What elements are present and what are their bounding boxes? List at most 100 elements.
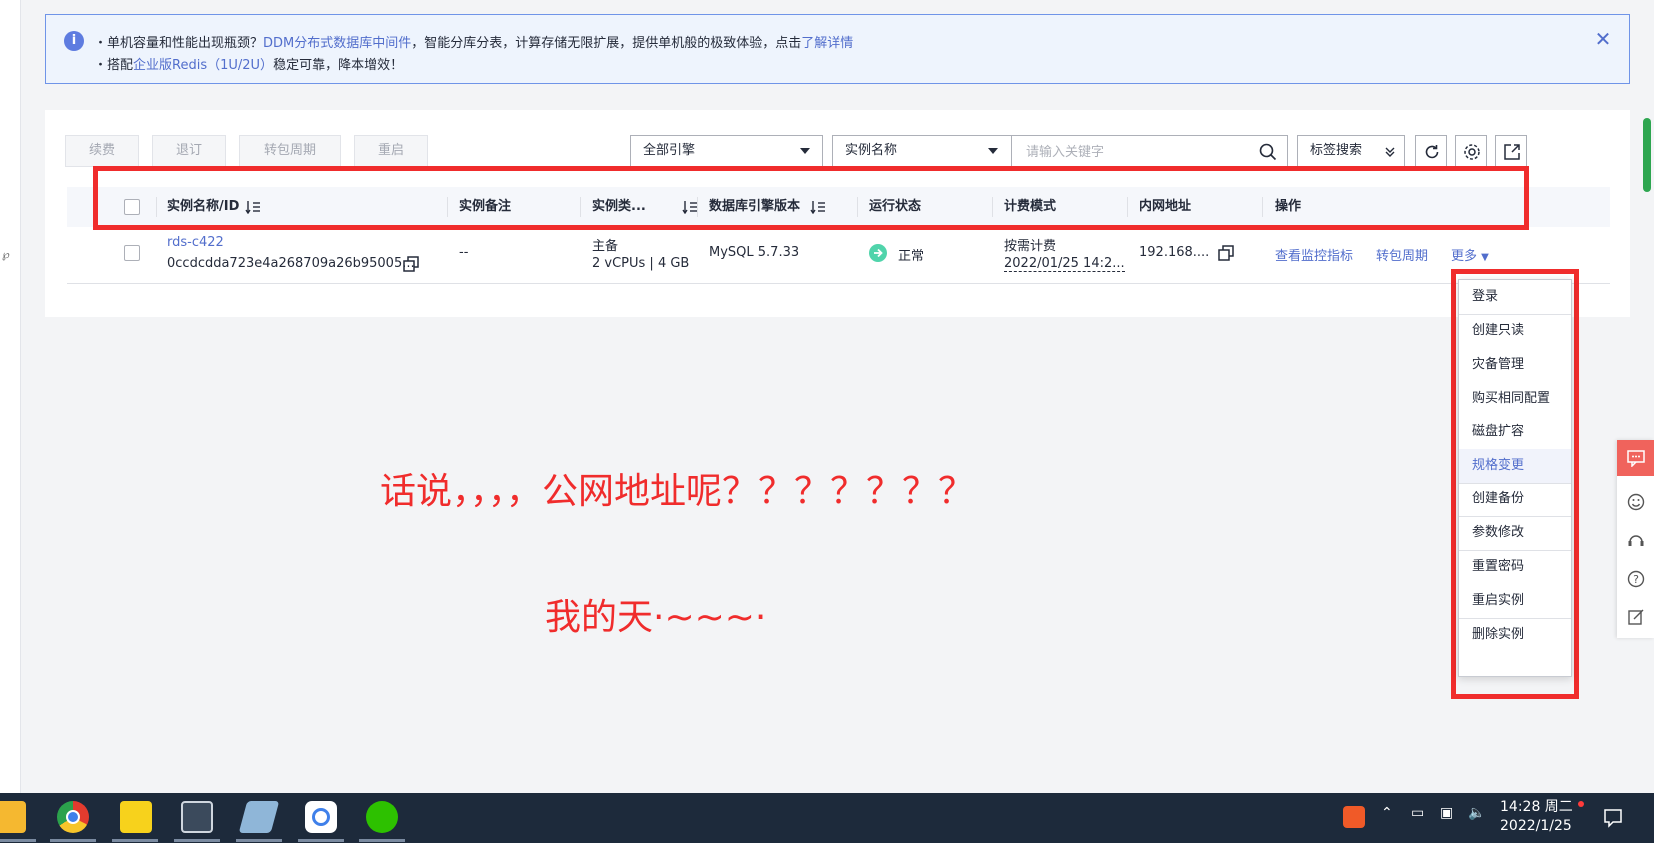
more-dropdown[interactable]: 更多 ▼ (1451, 245, 1489, 264)
double-chevron-down-icon (1385, 147, 1395, 157)
taskbar-active-indicator (359, 839, 405, 842)
gear-icon (1464, 144, 1480, 160)
editor-app-icon[interactable] (238, 801, 280, 833)
notice-text: ，智能分库分表，计算存储无限扩展，提供单机般的极致体验，点击 (411, 36, 802, 51)
more-label: 更多 (1451, 249, 1478, 264)
chat-icon (1627, 450, 1645, 467)
notification-dot (1578, 801, 1584, 807)
status-text: 正常 (898, 249, 925, 264)
settings-button[interactable] (1455, 135, 1487, 167)
chat-button[interactable] (1617, 440, 1654, 476)
row-checkbox[interactable] (124, 245, 140, 261)
menu-item[interactable]: 灾备管理 (1459, 348, 1571, 382)
ddm-link[interactable]: DDM分布式数据库中间件 (263, 36, 411, 51)
unsubscribe-button[interactable]: 退订 (152, 135, 226, 167)
billing-time[interactable]: 2022/01/25 14:2... (1004, 256, 1125, 272)
chrome-icon[interactable] (57, 801, 89, 833)
svg-text:?: ? (1633, 573, 1639, 586)
instance-id: 0ccdcdda723e4a268709a26b95005... (167, 256, 415, 271)
headset-icon[interactable] (1627, 532, 1645, 550)
learn-more-link[interactable]: 了解详情 (801, 36, 853, 51)
table-row: rds-c422 0ccdcdda723e4a268709a26b95005..… (67, 227, 1610, 284)
taskbar-active-indicator (298, 839, 344, 842)
menu-item[interactable]: 创建只读 (1459, 314, 1571, 348)
caret-down-icon (800, 148, 810, 154)
taskbar-active-indicator (236, 839, 282, 842)
menu-item[interactable]: 删除实例 (1459, 618, 1571, 652)
menu-item[interactable]: 磁盘扩容 (1459, 415, 1571, 449)
cloud-app-icon[interactable] (305, 801, 337, 833)
view-metrics-link[interactable]: 查看监控指标 (1275, 245, 1353, 264)
network-icon[interactable]: ▣ (1440, 805, 1453, 821)
annotation-text-2: 我的天·~~~· (545, 597, 767, 638)
volume-icon[interactable]: 🔈 (1468, 805, 1485, 821)
notice-line-redis: ・搭配企业版Redis（1U/2U）稳定可靠，降本增效！ (94, 54, 403, 73)
left-nav-strip: ℘ (0, 0, 21, 793)
floating-sidebar: ? (1617, 440, 1654, 638)
more-menu: 登录 创建只读 灾备管理 购买相同配置 磁盘扩容 规格变更 创建备份 参数修改 重置密码 重启实例… (1458, 279, 1572, 677)
restart-button[interactable]: 重启 (354, 135, 428, 167)
search-box (1011, 135, 1288, 167)
field-select[interactable]: 实例名称 (832, 135, 1012, 167)
search-icon[interactable] (1259, 143, 1277, 161)
clock-time: 14:28 周二 (1500, 799, 1573, 815)
menu-item[interactable]: 参数修改 (1459, 516, 1571, 550)
battery-icon[interactable]: ▭ (1411, 805, 1424, 821)
engine-select-value: 全部引擎 (643, 143, 696, 158)
menu-item[interactable]: 创建备份 (1459, 482, 1571, 516)
close-icon[interactable]: ✕ (1593, 29, 1613, 49)
smile-icon[interactable] (1627, 493, 1645, 511)
left-nav-icon[interactable]: ℘ (2, 248, 10, 261)
copy-icon[interactable] (403, 256, 419, 272)
tag-search-select[interactable]: 标签搜索 (1297, 135, 1405, 167)
annotation-text-1: 话说，，，，公网地址呢？？？？？？？ (380, 471, 975, 512)
export-button[interactable] (1495, 135, 1527, 167)
scrollbar-thumb[interactable] (1643, 118, 1651, 192)
instance-spec: 2 vCPUs | 4 GB (592, 256, 690, 271)
sticky-notes-icon[interactable] (120, 801, 152, 833)
field-select-value: 实例名称 (845, 143, 898, 158)
status-ok-icon (869, 244, 887, 262)
menu-item[interactable]: 重置密码 (1459, 550, 1571, 584)
sogou-ime-icon[interactable] (1343, 806, 1365, 828)
redis-link[interactable]: 企业版Redis（1U/2U） (133, 58, 273, 73)
tag-search-label: 标签搜索 (1310, 143, 1363, 158)
taskbar-active-indicator (0, 839, 36, 842)
search-input[interactable] (1024, 137, 1248, 167)
instance-type: 主备 (592, 239, 619, 254)
taskbar-active-indicator (50, 839, 96, 842)
taskbar-active-indicator (112, 839, 158, 842)
menu-item[interactable]: 登录 (1459, 280, 1571, 314)
menu-item[interactable]: 重启实例 (1459, 584, 1571, 618)
menu-item[interactable]: 规格变更 (1459, 449, 1571, 483)
triangle-down-icon: ▼ (1481, 252, 1489, 263)
billing-mode: 按需计费 (1004, 239, 1057, 254)
change-billing-button[interactable]: 转包周期 (239, 135, 341, 167)
file-explorer-icon[interactable] (0, 801, 26, 833)
clock-date: 2022/1/25 (1500, 818, 1572, 834)
action-center-icon[interactable] (1603, 808, 1623, 828)
refresh-button[interactable] (1415, 135, 1447, 167)
help-icon[interactable]: ? (1627, 570, 1645, 588)
instance-name-link[interactable]: rds-c422 (167, 235, 224, 250)
engine-version: MySQL 5.7.33 (709, 245, 800, 260)
menu-item[interactable]: 购买相同配置 (1459, 382, 1571, 416)
tray-chevron-up-icon[interactable]: ⌃ (1381, 805, 1393, 821)
engine-select[interactable]: 全部引擎 (630, 135, 823, 167)
notice-banner: i ・单机容量和性能出现瓶颈？DDM分布式数据库中间件，智能分库分表，计算存储无… (45, 14, 1630, 84)
private-ip: 192.168.... (1139, 245, 1210, 260)
change-billing-link[interactable]: 转包周期 (1376, 245, 1428, 264)
info-icon: i (64, 31, 84, 51)
notice-text: ・单机容量和性能出现瓶颈？ (94, 36, 264, 51)
annotation-box-header (93, 166, 1529, 230)
copy-icon[interactable] (1218, 245, 1234, 261)
notice-text: 稳定可靠，降本增效！ (273, 58, 404, 73)
wechat-icon[interactable] (366, 801, 398, 833)
taskbar-clock[interactable]: 14:28 周二 2022/1/25 (1500, 798, 1573, 836)
terminal-app-icon[interactable] (181, 801, 213, 833)
renew-button[interactable]: 续费 (65, 135, 139, 167)
export-icon (1504, 144, 1520, 160)
notice-text: ・搭配 (94, 58, 134, 73)
feedback-edit-icon[interactable] (1627, 608, 1645, 626)
caret-down-icon (988, 148, 998, 154)
